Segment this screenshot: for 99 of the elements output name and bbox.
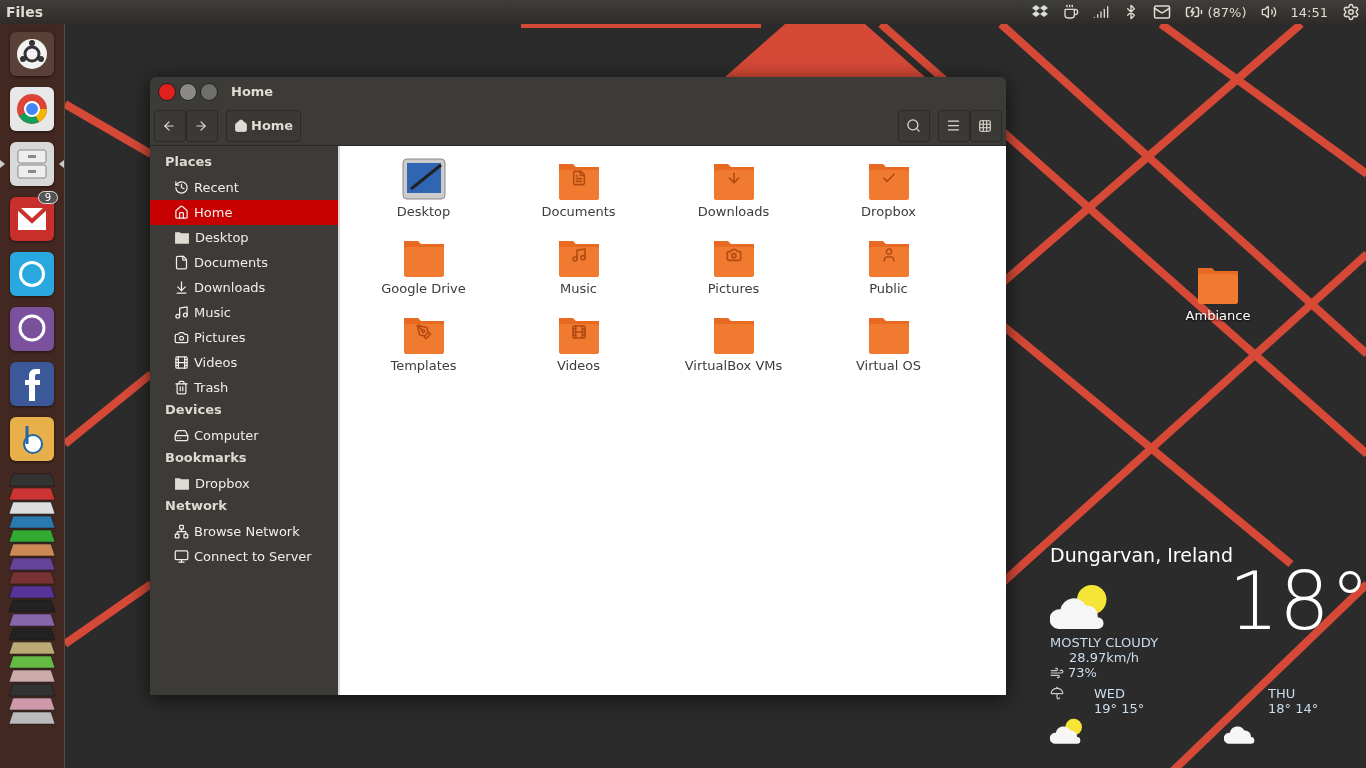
sidebar-item[interactable]: Desktop <box>150 225 338 250</box>
sidebar-item[interactable]: Browse Network <box>150 519 338 544</box>
file-name[interactable]: Public <box>869 281 908 296</box>
humidity: 73% <box>1068 665 1097 680</box>
cloud-sun-icon <box>1050 716 1084 745</box>
video-icon <box>174 355 189 370</box>
sidebar-item-label: Connect to Server <box>194 549 312 564</box>
home-icon <box>174 205 189 220</box>
file-name[interactable]: Music <box>560 281 597 296</box>
sidebar-item-label: Dropbox <box>195 476 250 491</box>
battery-reading: (87%) <box>1207 4 1247 20</box>
network-icon <box>174 524 189 539</box>
maximize-button[interactable] <box>200 82 218 101</box>
back-button[interactable] <box>154 109 186 142</box>
drive-icon <box>174 428 189 443</box>
sidebar-item-label: Desktop <box>195 230 249 245</box>
app-icon[interactable] <box>10 362 54 406</box>
app-icon[interactable] <box>10 417 54 461</box>
server-icon <box>174 549 189 564</box>
sidebar-item-label: Documents <box>194 255 269 270</box>
sidebar-item-label: Browse Network <box>194 524 300 539</box>
recent-icon <box>174 180 189 195</box>
sidebar-heading: Bookmarks <box>164 449 248 467</box>
list-view-button[interactable] <box>938 109 970 142</box>
file-name[interactable]: VirtualBox VMs <box>684 358 783 373</box>
sidebar-item-label: Computer <box>194 428 259 443</box>
file-name[interactable]: Google Drive <box>381 281 466 296</box>
sidebar-heading: Network <box>164 497 228 515</box>
window-title: Home <box>231 84 274 99</box>
camera-icon <box>174 330 189 345</box>
weather-condition: MOSTLY CLOUDY <box>1050 635 1160 650</box>
running-indicator-icon <box>59 160 64 168</box>
close-button[interactable] <box>158 82 176 101</box>
list-icon <box>946 118 961 133</box>
settings-icon[interactable] <box>1342 3 1360 21</box>
music-icon <box>174 305 189 320</box>
sidebar-item-label: Videos <box>194 355 238 370</box>
file-name[interactable]: Virtual OS <box>855 358 922 373</box>
forecast-day: WED <box>1094 686 1224 701</box>
search-button[interactable] <box>898 109 930 142</box>
sidebar-item-label: Home <box>194 205 233 220</box>
file-name[interactable]: Dropbox <box>861 204 916 219</box>
sidebar-item-label: Recent <box>194 180 239 195</box>
sidebar-item[interactable]: Pictures <box>150 325 338 350</box>
dropbox-icon[interactable] <box>1031 4 1050 20</box>
coffee-icon[interactable] <box>1063 4 1080 20</box>
app-title: Files <box>6 4 43 20</box>
running-indicator-icon <box>0 160 5 168</box>
forward-arrow-icon <box>194 118 208 133</box>
unread-count: 9 <box>37 191 58 204</box>
sidebar-item[interactable]: Computer <box>150 423 338 448</box>
back-arrow-icon <box>162 118 176 133</box>
forecast-temperatures: 19° 15° <box>1094 701 1146 716</box>
wind-speed: 28.97km/h <box>1068 650 1141 665</box>
minimize-button[interactable] <box>179 82 197 101</box>
forward-button[interactable] <box>186 109 218 142</box>
sidebar-item[interactable]: Videos <box>150 350 338 375</box>
sidebar-item-label: Music <box>194 305 231 320</box>
file-name[interactable]: Desktop <box>396 204 451 219</box>
file-name[interactable]: Videos <box>556 358 601 373</box>
folder-icon <box>174 230 190 245</box>
folder-icon <box>174 476 190 491</box>
sidebar-item-label: Pictures <box>194 330 246 345</box>
clock[interactable]: 14:51 <box>1290 4 1328 20</box>
sidebar-item[interactable]: Home <box>150 200 338 225</box>
home-icon <box>234 118 248 133</box>
app-icon[interactable] <box>10 307 54 351</box>
grid-view-button[interactable] <box>970 109 1002 142</box>
sidebar-heading: Places <box>164 153 214 171</box>
trash-icon <box>174 380 189 395</box>
sidebar-item[interactable]: Downloads <box>150 275 338 300</box>
umbrella-icon <box>1050 686 1064 700</box>
sidebar-heading: Devices <box>164 401 223 419</box>
path-button[interactable]: Home <box>226 109 302 142</box>
file-name[interactable]: Documents <box>541 204 616 219</box>
weather-location: Dungarvan, Ireland <box>1050 544 1234 566</box>
volume-icon[interactable] <box>1260 4 1277 20</box>
sidebar-item[interactable]: Connect to Server <box>150 544 338 569</box>
sidebar-item[interactable]: Recent <box>150 175 338 200</box>
sidebar-item-label: Trash <box>194 380 229 395</box>
sidebar-item[interactable]: Music <box>150 300 338 325</box>
mail-icon[interactable] <box>1153 3 1172 21</box>
search-icon <box>906 118 921 133</box>
wind-icon <box>1050 665 1064 680</box>
desktop-screen-icon <box>400 156 447 202</box>
document-icon <box>174 255 189 270</box>
forecast-temperatures: 18° 14° <box>1268 701 1320 716</box>
download-icon <box>174 280 189 295</box>
app-icon[interactable] <box>10 32 54 76</box>
file-name[interactable]: Pictures <box>707 281 760 296</box>
signal-icon[interactable] <box>1093 4 1110 20</box>
sidebar-item[interactable]: Dropbox <box>150 471 338 496</box>
grid-icon <box>978 118 992 133</box>
file-name[interactable]: Templates <box>390 358 457 373</box>
file-name[interactable]: Downloads <box>697 204 770 219</box>
sidebar-item-label: Downloads <box>194 280 266 295</box>
sidebar-item[interactable]: Documents <box>150 250 338 275</box>
forecast-day: THU <box>1268 686 1366 701</box>
sidebar-item[interactable]: Trash <box>150 375 338 400</box>
